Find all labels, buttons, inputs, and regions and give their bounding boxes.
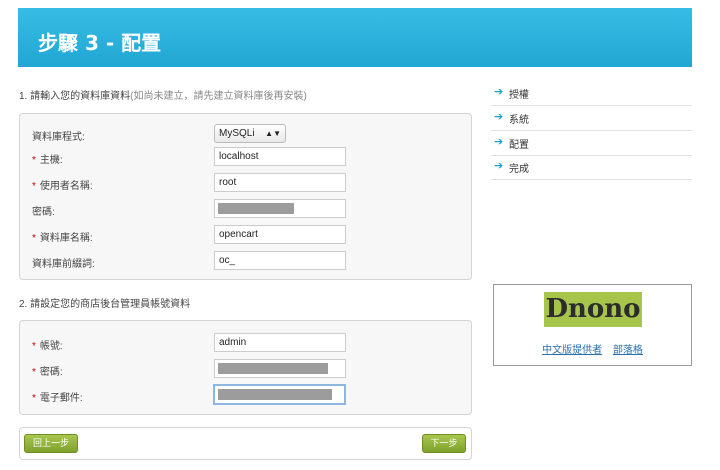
masked-value	[218, 389, 332, 400]
db-user-row: * 使用者名稱: root	[20, 173, 471, 193]
db-name-row: * 資料庫名稱: opencart	[20, 225, 471, 245]
step-label: 授權	[509, 90, 529, 101]
db-user-label: * 使用者名稱:	[32, 181, 93, 192]
db-name-label: * 資料庫名稱:	[32, 233, 93, 244]
admin-username-label: * 帳號:	[32, 341, 63, 352]
step-configuration[interactable]: ➔ 配置	[491, 131, 692, 156]
db-name-input[interactable]: opencart	[214, 225, 346, 244]
required-mark: *	[32, 393, 36, 404]
page-header: 步驟 3 - 配置	[18, 8, 692, 67]
db-section-title: 1. 請輸入您的資料庫資料(如尚未建立，請先建立資料庫後再安裝)	[19, 87, 307, 102]
sponsor-links: 中文版提供者 部落格	[494, 341, 691, 356]
admin-email-input[interactable]	[213, 384, 346, 405]
db-driver-select[interactable]: MySQLi ▲▼	[214, 124, 286, 143]
page-title: 步驟 3 - 配置	[38, 31, 162, 55]
db-host-label: * 主機:	[32, 155, 63, 166]
step-license[interactable]: ➔ 授權	[491, 81, 692, 106]
admin-username-row: * 帳號: admin	[20, 333, 471, 353]
select-arrows-icon: ▲▼	[265, 129, 281, 138]
required-mark: *	[32, 155, 36, 166]
masked-value	[218, 363, 328, 374]
admin-password-input[interactable]	[214, 359, 346, 378]
db-driver-value: MySQLi	[219, 128, 255, 139]
admin-email-label: * 電子郵件:	[32, 393, 83, 404]
sponsor-box: Dnono 中文版提供者 部落格	[493, 284, 692, 366]
arrow-right-icon: ➔	[494, 136, 504, 148]
db-password-row: 密碼:	[20, 199, 471, 219]
db-section-heading: 1. 請輸入您的資料庫資料	[19, 91, 131, 102]
next-button[interactable]: 下一步	[422, 434, 466, 453]
db-host-input[interactable]: localhost	[214, 147, 346, 166]
required-mark: *	[32, 233, 36, 244]
required-mark: *	[32, 341, 36, 352]
admin-email-row: * 電子郵件:	[20, 384, 471, 405]
arrow-right-icon: ➔	[494, 86, 504, 98]
db-user-input[interactable]: root	[214, 173, 346, 192]
admin-panel: * 帳號: admin * 密碼: * 電子郵件:	[19, 320, 472, 415]
db-prefix-input[interactable]: oc_	[214, 251, 346, 270]
button-bar: 回上一步 下一步	[19, 427, 472, 460]
db-password-input[interactable]	[214, 199, 346, 218]
required-mark: *	[32, 181, 36, 192]
step-label: 系統	[509, 115, 529, 126]
db-prefix-label: 資料庫前綴詞:	[32, 259, 95, 270]
dnono-logo[interactable]: Dnono	[544, 292, 642, 327]
db-password-label: 密碼:	[32, 207, 55, 218]
step-system[interactable]: ➔ 系統	[491, 106, 692, 131]
db-panel: 資料庫程式: MySQLi ▲▼ * 主機: localhost * 使用者名稱: …	[19, 113, 472, 280]
admin-password-label: * 密碼:	[32, 367, 63, 378]
back-button[interactable]: 回上一步	[24, 434, 78, 453]
db-section-note: (如尚未建立，請先建立資料庫後再安裝)	[130, 91, 307, 102]
db-driver-label: 資料庫程式:	[32, 132, 85, 143]
masked-value	[218, 203, 294, 214]
admin-section-title: 2. 請設定您的商店後台管理員帳號資料	[19, 299, 191, 310]
required-mark: *	[32, 367, 36, 378]
db-prefix-row: 資料庫前綴詞: oc_	[20, 251, 471, 271]
step-finish[interactable]: ➔ 完成	[491, 155, 692, 180]
blog-link[interactable]: 部落格	[613, 345, 643, 356]
admin-password-row: * 密碼:	[20, 359, 471, 379]
step-label: 完成	[509, 164, 529, 175]
translator-link[interactable]: 中文版提供者	[542, 345, 602, 356]
arrow-right-icon: ➔	[494, 160, 504, 172]
db-host-row: * 主機: localhost	[20, 147, 471, 167]
step-label: 配置	[509, 140, 529, 151]
db-driver-row: 資料庫程式: MySQLi ▲▼	[20, 124, 471, 144]
admin-username-input[interactable]: admin	[214, 333, 346, 352]
arrow-right-icon: ➔	[494, 111, 504, 123]
